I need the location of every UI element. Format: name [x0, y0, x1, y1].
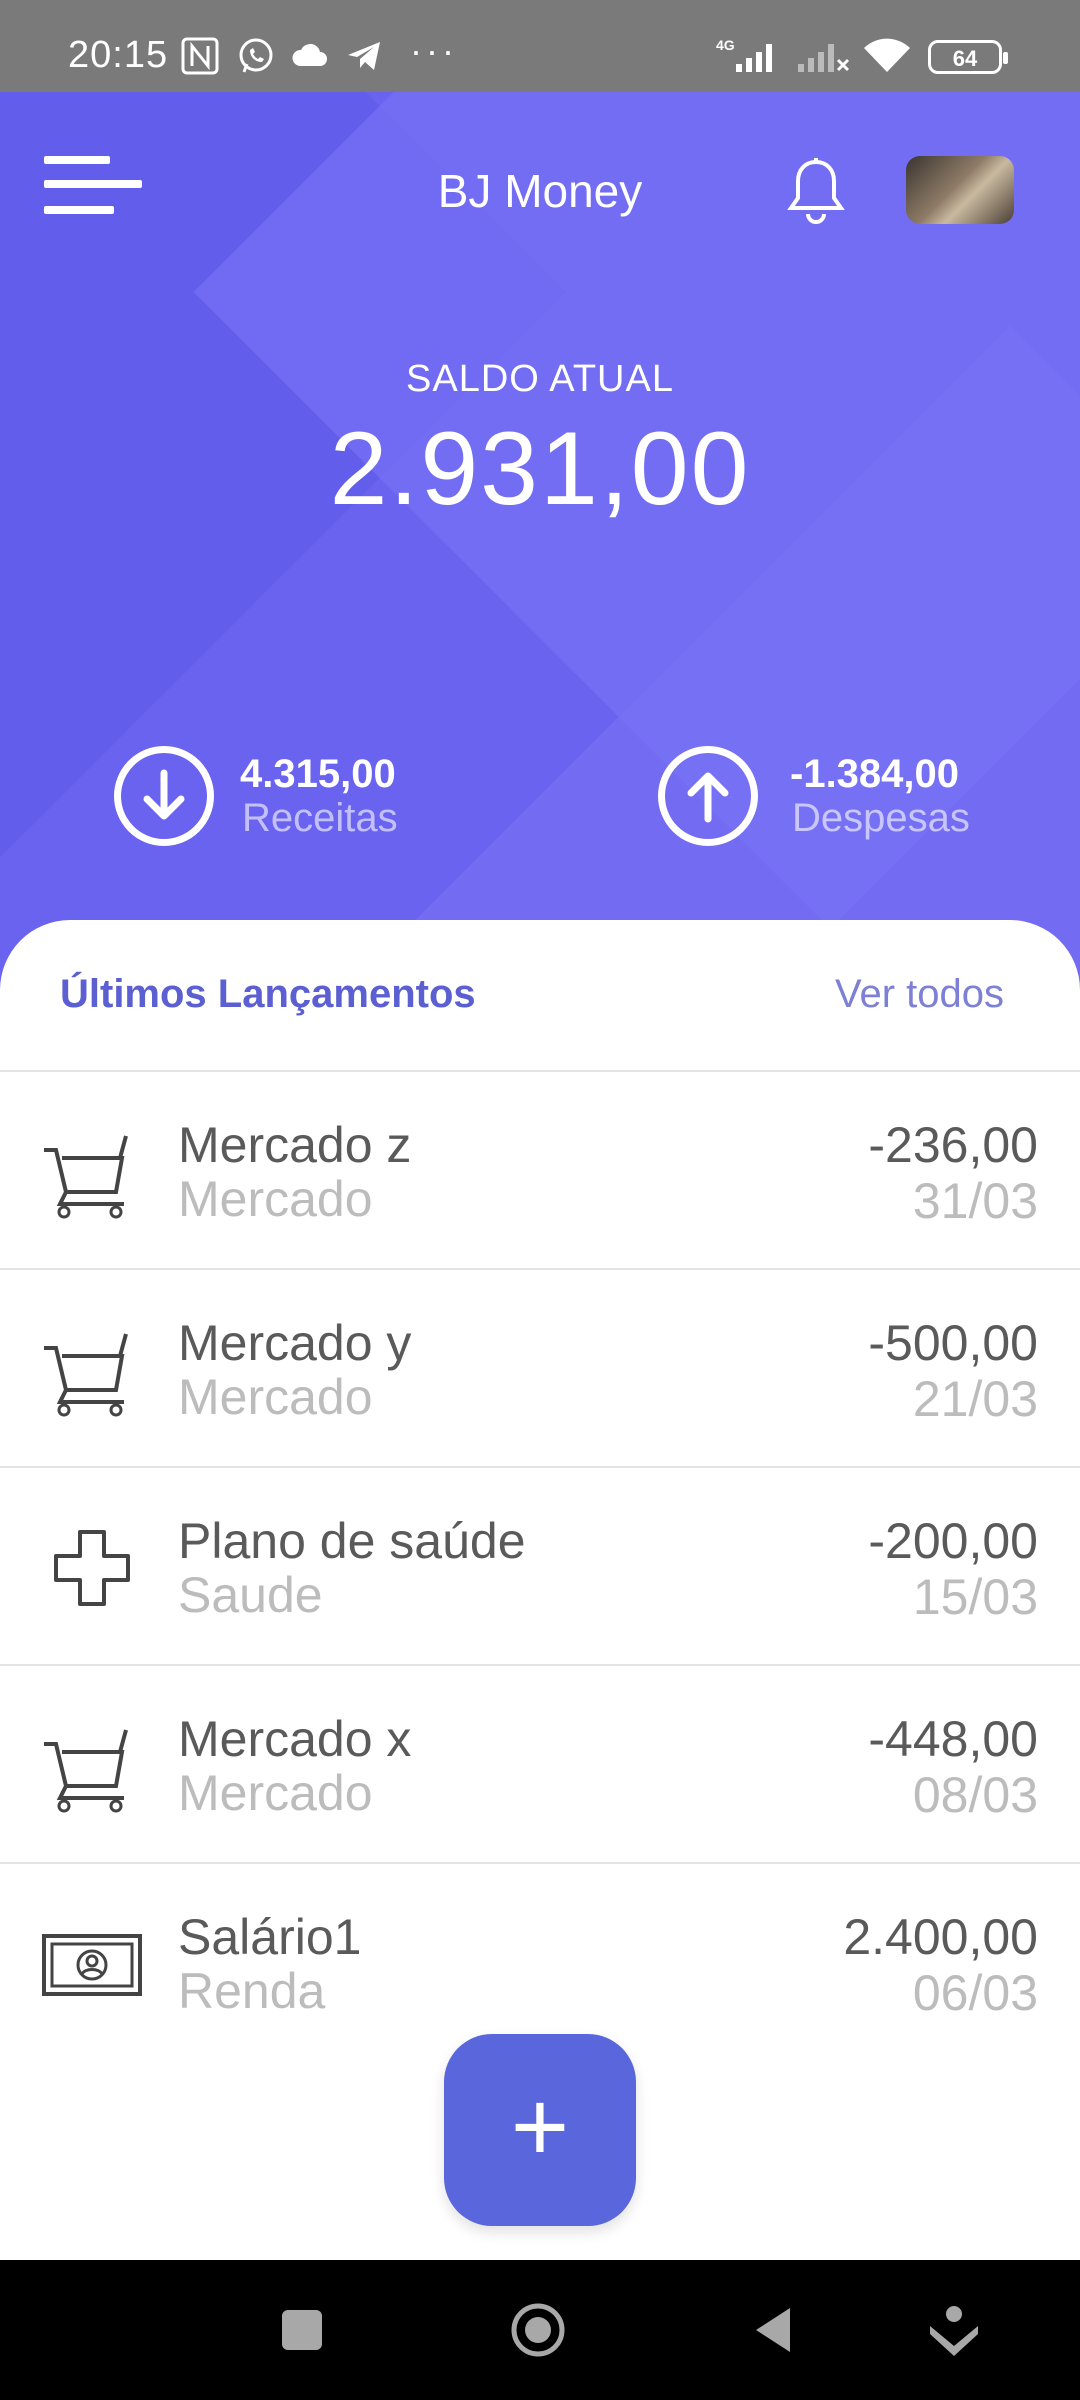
- bell-icon[interactable]: [786, 156, 846, 228]
- transaction-row[interactable]: Mercado x Mercado -448,00 08/03: [0, 1666, 1080, 1864]
- transaction-category: Saude: [178, 1567, 323, 1623]
- transaction-date: 06/03: [912, 1965, 1038, 2021]
- assistant-button[interactable]: [924, 2300, 984, 2360]
- signal-no-service-icon: [796, 36, 852, 76]
- transaction-category: Renda: [178, 1963, 326, 2019]
- status-bar: 20:15 ··· 4G 64: [0, 0, 1080, 92]
- transaction-date: 21/03: [912, 1371, 1038, 1427]
- transaction-name: Salário1: [178, 1909, 362, 1965]
- recent-title: Últimos Lançamentos: [60, 972, 476, 1016]
- transaction-category: Mercado: [178, 1369, 373, 1425]
- transaction-value: -200,00: [868, 1513, 1038, 1569]
- recents-button[interactable]: [272, 2300, 332, 2360]
- expense-summary[interactable]: -1.384,00 Despesas: [658, 742, 998, 852]
- arrow-down-circle-icon: [114, 746, 214, 846]
- expense-label: Despesas: [792, 796, 970, 840]
- whatsapp-icon: [236, 36, 276, 76]
- arrow-up-circle-icon: [658, 746, 758, 846]
- cart-icon: [42, 1122, 142, 1222]
- income-amount: 4.315,00: [240, 752, 396, 796]
- card-header: Últimos Lançamentos Ver todos: [0, 920, 1080, 1072]
- transaction-name: Mercado x: [178, 1711, 412, 1767]
- telegram-icon: [344, 36, 384, 76]
- banknote-icon: [42, 1914, 142, 2014]
- cart-icon: [42, 1716, 142, 1816]
- transaction-value: -448,00: [868, 1711, 1038, 1767]
- more-dots-icon: ···: [410, 30, 458, 71]
- hero-section: BJ Money SALDO ATUAL 2.931,00 4.315,00 R…: [0, 92, 1080, 992]
- status-time: 20:15: [68, 34, 169, 76]
- transaction-value: -236,00: [868, 1117, 1038, 1173]
- transaction-row[interactable]: Mercado y Mercado -500,00 21/03: [0, 1270, 1080, 1468]
- user-avatar[interactable]: [906, 156, 1014, 224]
- transaction-category: Mercado: [178, 1171, 373, 1227]
- transaction-name: Plano de saúde: [178, 1513, 526, 1569]
- cart-icon: [42, 1320, 142, 1420]
- nfc-icon: [180, 36, 220, 76]
- back-button[interactable]: [746, 2300, 806, 2360]
- cloud-icon: [290, 36, 330, 76]
- income-summary[interactable]: 4.315,00 Receitas: [114, 742, 434, 852]
- transaction-date: 08/03: [912, 1767, 1038, 1823]
- wifi-icon: [862, 36, 912, 76]
- network-label: 4G: [716, 37, 735, 53]
- transaction-name: Mercado z: [178, 1117, 412, 1173]
- system-nav-bar: [0, 2260, 1080, 2400]
- transaction-row[interactable]: Mercado z Mercado -236,00 31/03: [0, 1072, 1080, 1270]
- home-button[interactable]: [508, 2300, 568, 2360]
- income-label: Receitas: [242, 796, 398, 840]
- add-transaction-button[interactable]: +: [444, 2034, 636, 2226]
- see-all-link[interactable]: Ver todos: [835, 972, 1004, 1017]
- balance-label: SALDO ATUAL: [406, 358, 674, 400]
- balance-value: 2.931,00: [329, 411, 751, 527]
- transaction-date: 15/03: [912, 1569, 1038, 1625]
- signal-icon: 4G: [714, 36, 784, 76]
- transaction-value: -500,00: [868, 1315, 1038, 1371]
- battery-icon: 64: [928, 40, 1008, 74]
- transaction-name: Mercado y: [178, 1315, 412, 1371]
- health-cross-icon: [42, 1518, 142, 1618]
- transaction-date: 31/03: [912, 1173, 1038, 1229]
- battery-level: 64: [952, 46, 978, 71]
- transaction-row[interactable]: Salário1 Renda 2.400,00 06/03: [0, 1864, 1080, 2062]
- transaction-list: Mercado z Mercado -236,00 31/03 Mercado …: [0, 1072, 1080, 2062]
- transaction-value: 2.400,00: [843, 1909, 1038, 1965]
- expense-amount: -1.384,00: [790, 752, 960, 796]
- transaction-row[interactable]: Plano de saúde Saude -200,00 15/03: [0, 1468, 1080, 1666]
- transaction-category: Mercado: [178, 1765, 373, 1821]
